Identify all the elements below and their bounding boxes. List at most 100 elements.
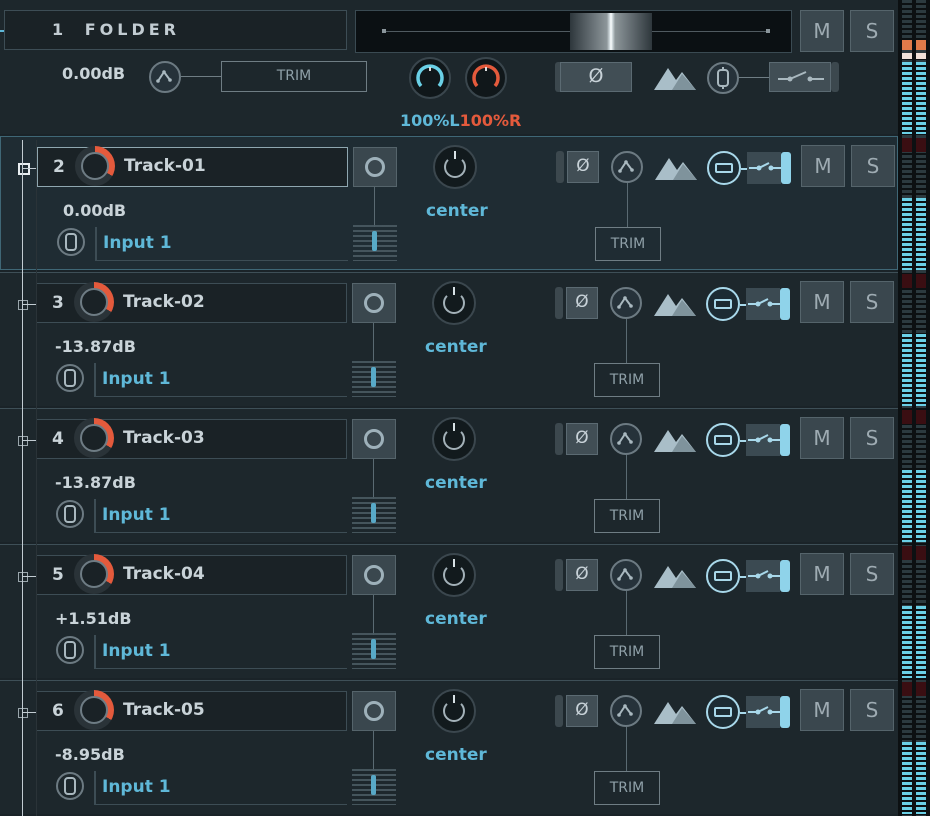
track-select-icon[interactable]	[18, 572, 28, 582]
automation-icon[interactable]	[610, 695, 642, 727]
trim-button[interactable]: TRIM	[594, 771, 660, 805]
mute-button[interactable]: M	[800, 553, 844, 595]
switch-cap	[780, 696, 790, 728]
track-fader[interactable]	[352, 769, 396, 805]
trim-button[interactable]: TRIM	[594, 499, 660, 533]
track-select-icon[interactable]	[18, 708, 28, 718]
input-label: Input 1	[102, 369, 171, 389]
switch-button[interactable]	[747, 152, 781, 184]
folder-solo-button[interactable]: S	[850, 10, 894, 52]
pan-value: center	[425, 473, 487, 493]
solo-button[interactable]: S	[851, 145, 895, 187]
mute-button[interactable]: M	[800, 417, 844, 459]
track-volume-knob[interactable]	[74, 554, 114, 594]
track-row[interactable]: 5 Track-04 +1.51dB Input 1 center Ø TRIM…	[0, 544, 898, 678]
track-fader[interactable]	[352, 361, 396, 397]
track-row[interactable]: 3 Track-02 -13.87dB Input 1 center Ø TRI…	[0, 272, 898, 406]
mute-button[interactable]: M	[800, 281, 844, 323]
track-number: 5	[52, 565, 64, 585]
input-monitor-icon[interactable]	[56, 364, 84, 392]
meter-peak-tip	[916, 53, 926, 59]
switch-button[interactable]	[746, 560, 780, 592]
switch-button[interactable]	[746, 288, 780, 320]
automation-icon[interactable]	[149, 61, 181, 93]
track-volume-knob[interactable]	[74, 418, 114, 458]
trim-button[interactable]: TRIM	[595, 227, 661, 261]
input-monitor-icon[interactable]	[56, 772, 84, 800]
slider-handle[interactable]	[570, 13, 652, 50]
phase-cap	[555, 559, 563, 591]
trim-button[interactable]: TRIM	[594, 635, 660, 669]
send-icon[interactable]	[707, 151, 741, 185]
phase-invert-button[interactable]: Ø	[566, 559, 598, 591]
track-row[interactable]: 6 Track-05 -8.95dB Input 1 center Ø TRIM…	[0, 680, 898, 814]
tree-line	[22, 140, 23, 816]
pan-knob-indicator	[454, 151, 456, 159]
connector-line	[626, 319, 627, 363]
trim-button[interactable]: TRIM	[594, 363, 660, 397]
track-select-icon[interactable]	[18, 436, 28, 446]
track-select-icon[interactable]	[18, 163, 30, 175]
meter-peak-tip	[902, 53, 912, 59]
track-select-icon[interactable]	[18, 300, 28, 310]
folder-title: 1 FOLDER	[52, 20, 180, 39]
send-icon[interactable]	[706, 423, 740, 457]
switch-button[interactable]	[746, 696, 780, 728]
mountain-icon[interactable]	[655, 152, 699, 182]
pan-left-knob[interactable]	[409, 57, 451, 99]
solo-button[interactable]: S	[850, 689, 894, 731]
folder-trim-button[interactable]: TRIM	[221, 61, 367, 92]
meter-level	[916, 62, 926, 134]
solo-button[interactable]: S	[850, 553, 894, 595]
record-arm-button[interactable]	[352, 419, 396, 459]
connector-line	[627, 183, 628, 227]
phase-invert-button[interactable]: Ø	[566, 287, 598, 319]
meter-level	[902, 470, 912, 542]
mute-button[interactable]: M	[800, 689, 844, 731]
automation-icon[interactable]	[610, 287, 642, 319]
automation-icon[interactable]	[610, 423, 642, 455]
mountain-icon[interactable]	[654, 424, 698, 454]
switch-button[interactable]	[746, 424, 780, 456]
stereo-width-slider[interactable]	[355, 10, 792, 53]
folder-mute-button[interactable]: M	[800, 10, 844, 52]
track-row[interactable]: 2 Track-01 0.00dB Input 1 center Ø TRIM …	[0, 136, 898, 270]
pan-left-value: 100%L	[400, 111, 460, 130]
solo-button[interactable]: S	[850, 417, 894, 459]
track-volume-knob[interactable]	[75, 146, 115, 186]
phase-invert-button[interactable]: Ø	[566, 695, 598, 727]
track-row[interactable]: 4 Track-03 -13.87dB Input 1 center Ø TRI…	[0, 408, 898, 542]
track-fader[interactable]	[352, 633, 396, 669]
record-arm-button[interactable]	[352, 691, 396, 731]
meter-level	[916, 742, 926, 814]
mountain-icon[interactable]	[654, 62, 698, 92]
record-arm-button[interactable]	[353, 147, 397, 187]
mountain-icon[interactable]	[654, 696, 698, 726]
pan-right-value: 100%R	[459, 111, 522, 130]
track-volume-knob[interactable]	[74, 282, 114, 322]
send-icon[interactable]	[706, 559, 740, 593]
automation-icon[interactable]	[610, 559, 642, 591]
send-icon[interactable]	[706, 695, 740, 729]
input-monitor-icon[interactable]	[56, 500, 84, 528]
send-icon[interactable]	[706, 287, 740, 321]
solo-button[interactable]: S	[850, 281, 894, 323]
input-monitor-icon[interactable]	[707, 62, 739, 94]
track-fader[interactable]	[352, 497, 396, 533]
pan-right-knob[interactable]	[465, 57, 507, 99]
track-volume-knob[interactable]	[74, 690, 114, 730]
track-name: Track-03	[123, 428, 205, 448]
mountain-icon[interactable]	[654, 560, 698, 590]
record-arm-button[interactable]	[352, 283, 396, 323]
record-arm-button[interactable]	[352, 555, 396, 595]
input-monitor-icon[interactable]	[57, 228, 85, 256]
automation-icon[interactable]	[611, 151, 643, 183]
folder-phase-button[interactable]: Ø	[560, 62, 632, 92]
input-monitor-icon[interactable]	[56, 636, 84, 664]
folder-switch-button[interactable]	[769, 62, 831, 92]
mute-button[interactable]: M	[801, 145, 845, 187]
track-fader[interactable]	[353, 225, 397, 261]
phase-invert-button[interactable]: Ø	[567, 151, 599, 183]
phase-invert-button[interactable]: Ø	[566, 423, 598, 455]
mountain-icon[interactable]	[654, 288, 698, 318]
